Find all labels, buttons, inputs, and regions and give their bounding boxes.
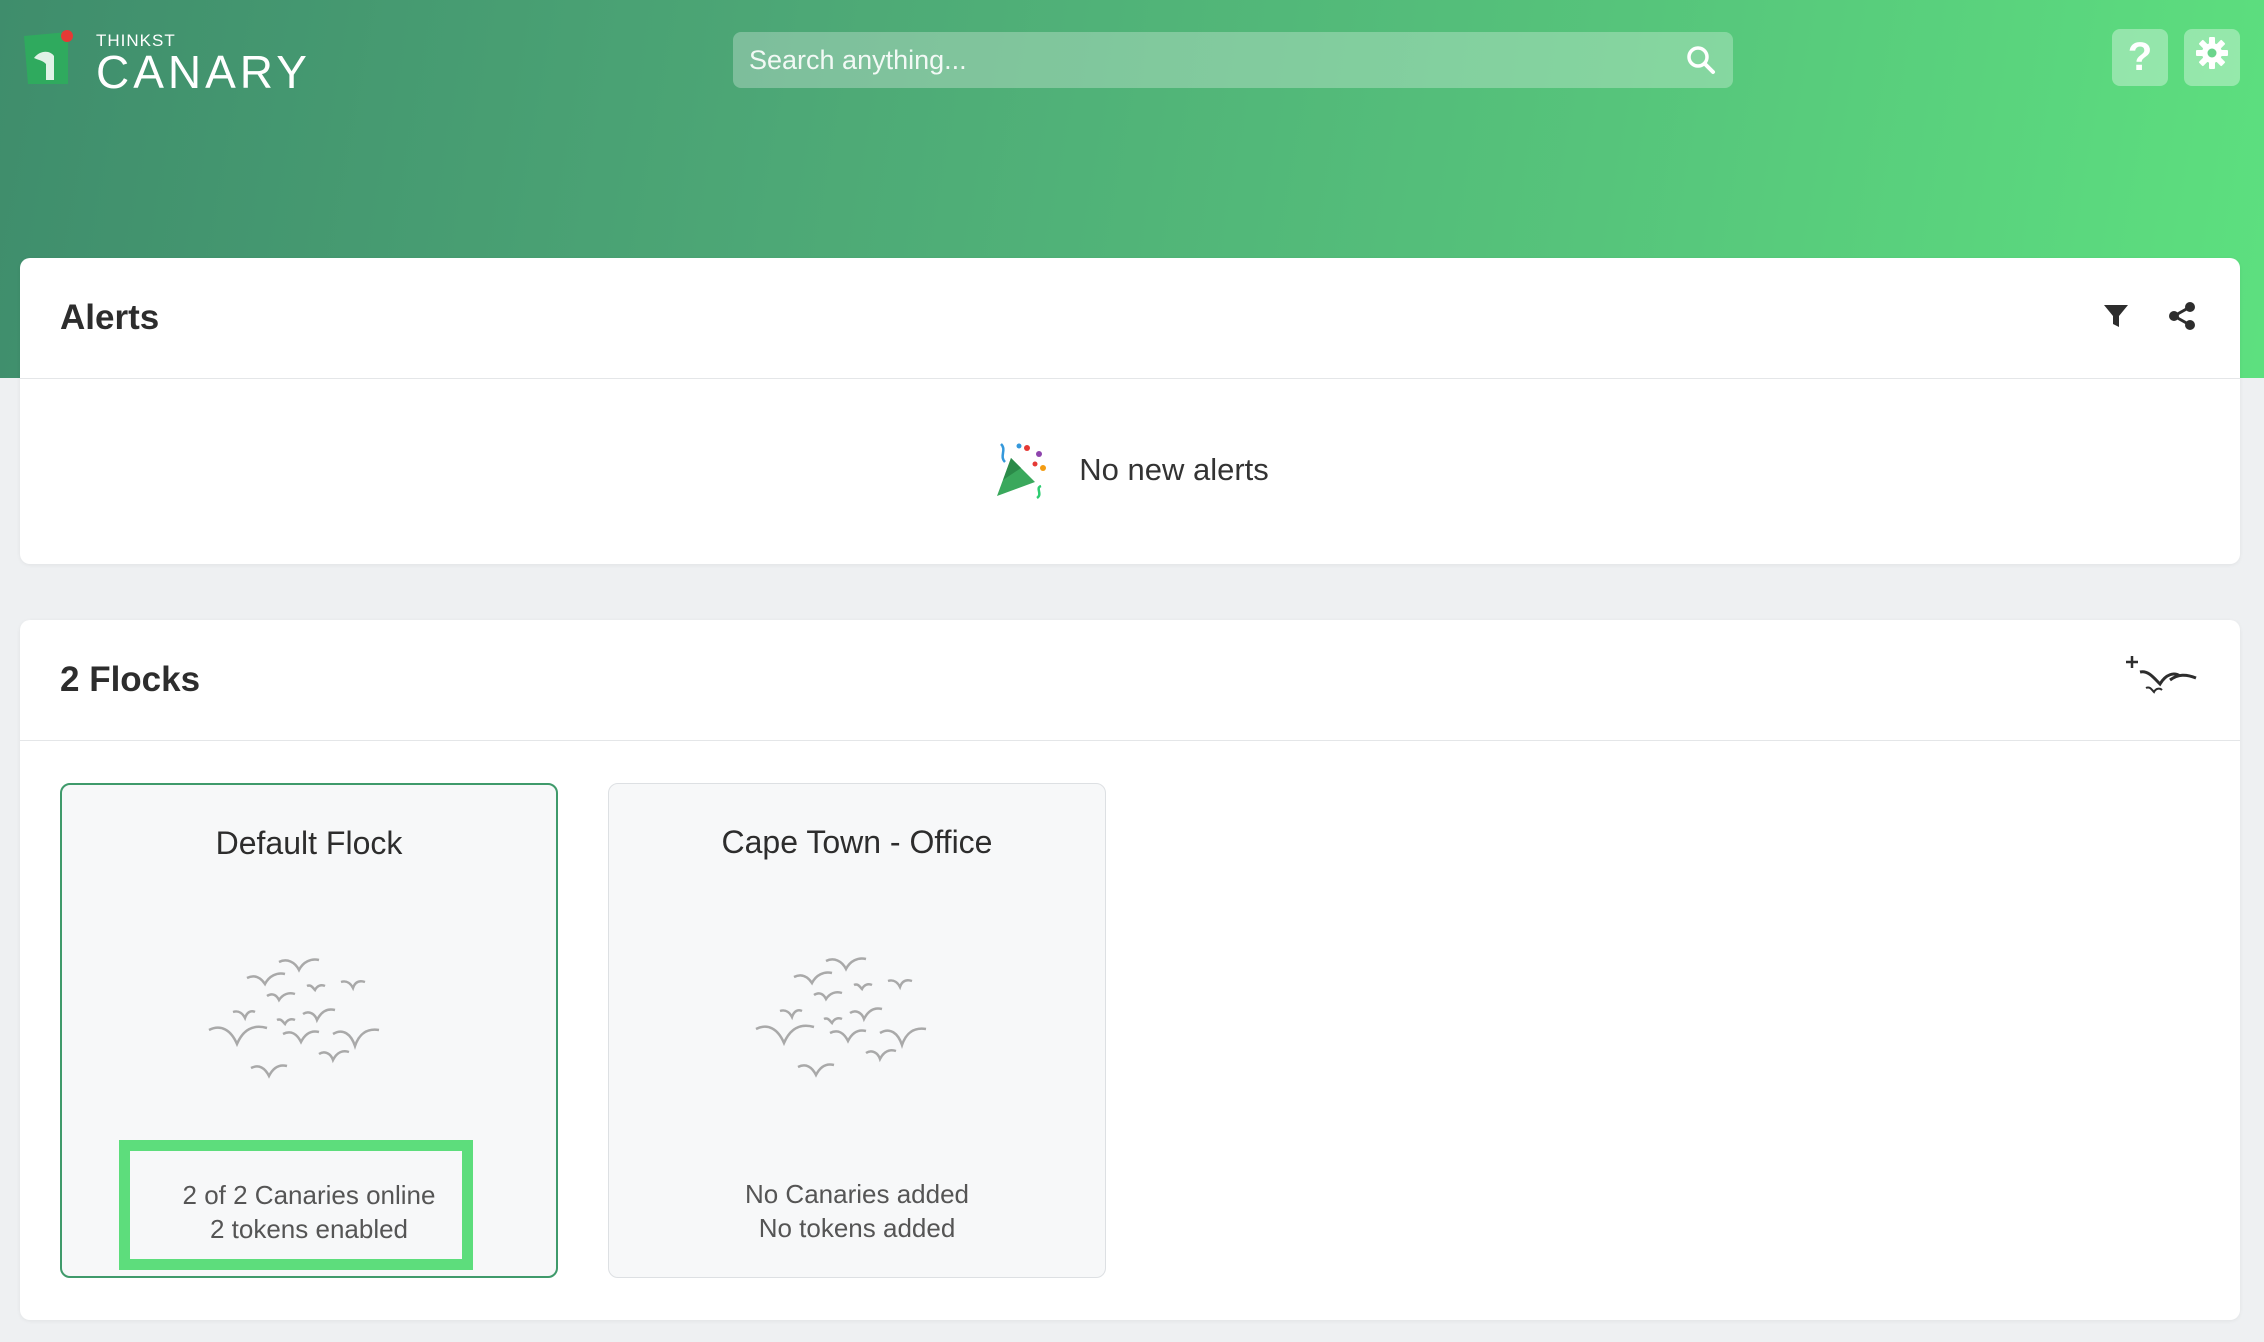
search-icon[interactable]: [1685, 44, 1717, 76]
alerts-header: Alerts: [20, 258, 2240, 379]
share-icon[interactable]: [2164, 298, 2200, 334]
tokens-enabled-text: 2 tokens enabled: [209, 1214, 409, 1244]
flock-birds-icon: [754, 949, 954, 1089]
settings-button[interactable]: [2184, 29, 2240, 86]
search-input[interactable]: [749, 44, 1685, 76]
alerts-card: Alerts No new alerts: [20, 258, 2240, 564]
flocks-card: 2 Flocks Default Flock 2 of 2 Canaries o…: [20, 620, 2240, 1320]
flock-status: No Canaries added No tokens added: [609, 1177, 1105, 1245]
tokens-status-text: No tokens added: [758, 1213, 956, 1243]
flock-name: Default Flock: [215, 825, 403, 861]
canary-bird-logo-icon: [20, 28, 76, 88]
flock-status: 2 of 2 Canaries online 2 tokens enabled: [62, 1178, 556, 1246]
alerts-title: Alerts: [60, 298, 160, 337]
party-popper-icon: [991, 440, 1051, 500]
brand-name: CANARY: [96, 46, 311, 98]
flock-tile-cape-town[interactable]: Cape Town - Office No Canaries added No …: [608, 783, 1106, 1278]
flock-name: Cape Town - Office: [721, 824, 993, 860]
add-flock-icon[interactable]: [2126, 648, 2200, 704]
gear-icon: [2194, 35, 2230, 81]
flock-tile-default[interactable]: Default Flock 2 of 2 Canaries online 2 t…: [60, 783, 558, 1278]
filter-icon[interactable]: [2098, 298, 2134, 334]
search-bar[interactable]: [733, 32, 1733, 88]
no-alerts-message: No new alerts: [20, 440, 2240, 500]
no-alerts-text: No new alerts: [1079, 452, 1269, 487]
canaries-online-text: 2 of 2 Canaries online: [182, 1180, 436, 1210]
canary-logo[interactable]: THINKST CANARY: [20, 28, 311, 98]
help-icon: ?: [2127, 35, 2153, 79]
flocks-header: 2 Flocks: [20, 620, 2240, 741]
flocks-title: 2 Flocks: [60, 660, 201, 699]
canaries-status-text: No Canaries added: [744, 1179, 970, 1209]
help-button[interactable]: ?: [2112, 29, 2168, 86]
flock-birds-icon: [207, 950, 407, 1090]
